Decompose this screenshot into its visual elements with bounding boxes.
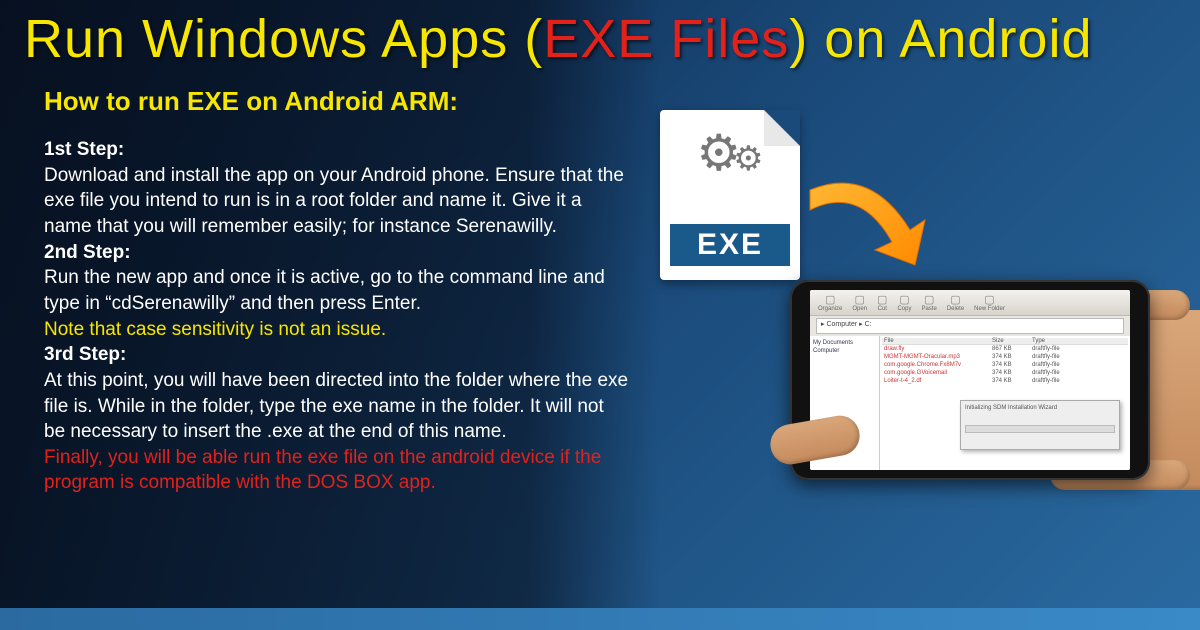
step-3: 3rd Step: At this point, you will have b…: [44, 342, 630, 496]
exe-file-icon: ⚙⚙ EXE: [660, 110, 800, 280]
step-2-note: Note that case sensitivity is not an iss…: [44, 317, 630, 343]
main-title: Run Windows Apps (EXE Files) on Android: [0, 0, 1200, 70]
subtitle: How to run EXE on Android ARM:: [44, 84, 630, 119]
content-area: How to run EXE on Android ARM: 1st Step:…: [0, 70, 630, 496]
step-3-body: At this point, you will have been direct…: [44, 368, 630, 445]
toolbar-item: Paste: [921, 293, 936, 312]
step-3-label: 3rd Step:: [44, 342, 630, 368]
exe-badge: EXE: [670, 224, 790, 266]
step-2: 2nd Step: Run the new app and once it is…: [44, 240, 630, 343]
step-2-label: 2nd Step:: [44, 240, 630, 266]
title-part-2: EXE Files: [543, 9, 789, 69]
toolbar-item: Copy: [897, 293, 911, 312]
toolbar-item: New Folder: [974, 293, 1005, 312]
step-1-label: 1st Step:: [44, 137, 630, 163]
illustration: ⚙⚙ EXE Organize Open Cut Copy: [650, 110, 1170, 530]
gears-icon: ⚙⚙: [660, 136, 800, 172]
toolbar-item: Open: [852, 293, 867, 312]
step-1-body: Download and install the app on your And…: [44, 163, 630, 240]
hand-holding-phone: Organize Open Cut Copy Paste Delete New …: [750, 270, 1170, 510]
explorer-toolbar: Organize Open Cut Copy Paste Delete New …: [810, 290, 1130, 316]
install-dialog: Initializing SDM Installation Wizard: [960, 400, 1120, 450]
title-part-1: Run Windows Apps (: [24, 9, 543, 69]
toolbar-item: Cut: [877, 293, 887, 312]
toolbar-item: Organize: [818, 293, 842, 312]
bottom-accent: [0, 608, 1200, 630]
step-2-body: Run the new app and once it is active, g…: [44, 265, 630, 316]
step-3-final: Finally, you will be able run the exe fi…: [44, 445, 630, 496]
address-bar: ▸ Computer ▸ C:: [816, 318, 1124, 334]
toolbar-item: Delete: [947, 293, 964, 312]
step-1: 1st Step: Download and install the app o…: [44, 137, 630, 240]
title-part-3: ) on Android: [789, 9, 1092, 69]
